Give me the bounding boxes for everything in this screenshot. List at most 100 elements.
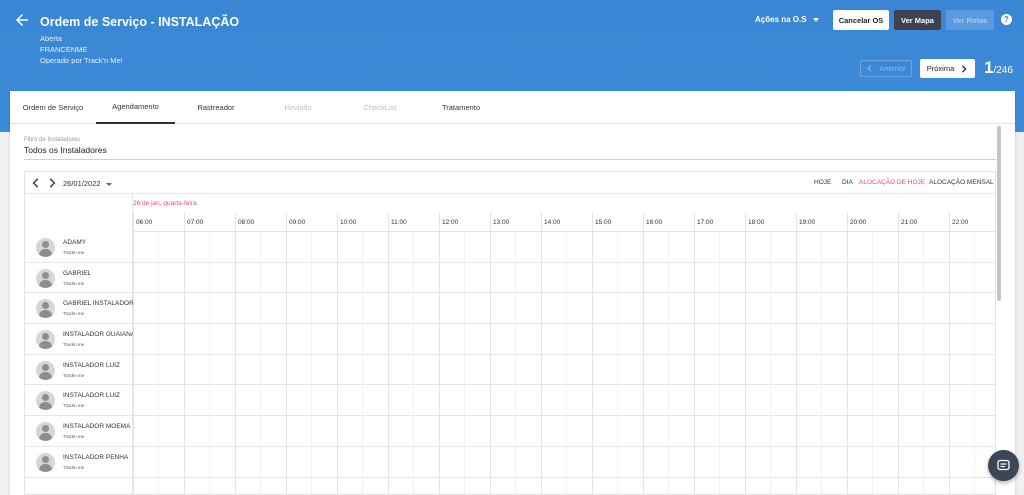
view-routes-button[interactable]: Ver Rotas xyxy=(946,10,994,30)
hour-header-cell: 09:00 xyxy=(286,213,337,232)
back-arrow-icon[interactable] xyxy=(13,11,31,29)
calendar-toolbar: 26/01/2022 HOJE DIA ALOCAÇÃO DE HOJE ALO… xyxy=(25,172,995,194)
hour-header-cell: 22:00 xyxy=(949,213,995,232)
hour-header-cell: 13:00 xyxy=(490,213,541,232)
pagination-counter: 1/246 xyxy=(984,58,1013,78)
installer-filter-select[interactable]: Todos os Instaladores xyxy=(24,145,996,160)
avatar-icon xyxy=(36,330,55,350)
filter-label: Filtro de Instaladores xyxy=(24,137,81,143)
avatar-icon xyxy=(36,422,55,442)
tab-revisao: Revisão xyxy=(257,91,339,124)
installer-name: GABRIEL xyxy=(63,269,92,277)
installer-name: INSTALADOR LUIZ xyxy=(63,392,120,400)
tab-ordem-de-servico[interactable]: Ordem de Serviço xyxy=(10,91,96,124)
view-monthly-allocation-button[interactable]: ALOCAÇÃO MENSAL xyxy=(929,179,994,186)
installer-row[interactable]: INSTALADOR MOEMA Trackn me xyxy=(25,416,995,447)
date-picker[interactable]: 26/01/2022 xyxy=(63,179,112,188)
scheduler-calendar: 26/01/2022 HOJE DIA ALOCAÇÃO DE HOJE ALO… xyxy=(24,171,996,495)
hour-header-cell: 17:00 xyxy=(694,213,745,232)
installer-company: Trackn me xyxy=(63,280,85,286)
installer-rows: ADAMY Trackn me GABRIEL Trackn me GABRIEL IN… xyxy=(25,232,995,478)
hour-header-cell: 08:00 xyxy=(235,213,286,232)
tab-label: CheckList xyxy=(363,103,397,112)
avatar-icon xyxy=(36,360,55,380)
installer-name: ADAMY xyxy=(63,239,87,246)
view-day-button[interactable]: DIA xyxy=(842,179,853,186)
previous-button[interactable]: Anterior xyxy=(860,60,912,77)
tab-rastreador[interactable]: Rastreador xyxy=(175,91,257,124)
installer-company: Trackn me xyxy=(63,464,85,470)
hour-header-cell: 10:00 xyxy=(337,213,388,232)
next-label: Próxima xyxy=(926,64,955,73)
hour-header-cell: 16:00 xyxy=(643,213,694,232)
page-title: Ordem de Serviço - INSTALAÇÃO xyxy=(40,15,240,29)
hour-header-cell: 18:00 xyxy=(745,213,796,232)
chat-button[interactable] xyxy=(988,450,1019,481)
installer-company: Trackn me xyxy=(63,372,85,378)
avatar-icon xyxy=(36,268,55,288)
installer-company: Trackn me xyxy=(63,434,85,440)
chevron-down-icon xyxy=(812,17,819,22)
installer-name: INSTALADOR MOEMA xyxy=(63,423,131,431)
hour-header-cell: 14:00 xyxy=(541,213,592,232)
operator-text: Operado por Track'n Me! xyxy=(40,56,123,65)
tab-checklist: CheckList xyxy=(339,91,421,124)
installer-row[interactable]: GABRIEL Trackn me xyxy=(25,263,995,294)
installer-company: Trackn me xyxy=(63,403,85,409)
view-today-button[interactable]: HOJE xyxy=(814,179,831,186)
actions-menu-label: Ações na O.S xyxy=(755,15,807,24)
installer-name: INSTALADOR LUIZ xyxy=(63,361,120,369)
installer-name: INSTALADOR PENHA xyxy=(63,453,129,461)
scrollbar-thumb[interactable] xyxy=(997,126,1001,301)
cancel-os-button[interactable]: Cancelar OS xyxy=(833,10,889,30)
tab-label: Rastreador xyxy=(197,103,235,112)
hours-header: 06:00 07:00 08:00 09:00 10:00 11:00 12:00 13:00… xyxy=(133,213,995,232)
installer-name: GABRIEL INSTALADOR xyxy=(63,300,133,308)
main-card: Ordem de Serviço Agendamento Rastreador … xyxy=(10,91,1015,495)
previous-label: Anterior xyxy=(879,64,906,73)
avatar-icon xyxy=(36,299,55,319)
actions-menu[interactable]: Ações na O.S xyxy=(755,15,819,24)
tab-agendamento[interactable]: Agendamento xyxy=(96,91,175,124)
hour-header-cell: 21:00 xyxy=(898,213,949,232)
status-text: Aberta xyxy=(40,34,63,43)
tab-label: Revisão xyxy=(284,103,312,112)
page-scrollbar[interactable] xyxy=(997,126,1001,371)
chevron-left-icon xyxy=(867,65,872,72)
hour-header-cell: 07:00 xyxy=(184,213,235,232)
hour-header-cell: 19:00 xyxy=(796,213,847,232)
chevron-right-icon xyxy=(962,64,967,73)
total-count: /246 xyxy=(993,65,1013,76)
tab-label: Agendamento xyxy=(112,102,159,111)
hour-header-cell: 15:00 xyxy=(592,213,643,232)
hour-header-cell: 06:00 xyxy=(133,213,184,232)
help-icon[interactable]: ? xyxy=(1001,14,1012,25)
avatar-icon xyxy=(36,391,55,411)
tab-bar: Ordem de Serviço Agendamento Rastreador … xyxy=(10,91,1015,124)
date-value: 26/01/2022 xyxy=(63,179,101,188)
hour-header-cell: 11:00 xyxy=(388,213,439,232)
avatar-icon xyxy=(36,452,55,472)
installer-row[interactable]: INSTALADOR PENHA Trackn me xyxy=(25,447,995,478)
installer-row[interactable]: GABRIEL INSTALADOR Trackn me xyxy=(25,293,995,325)
chevron-left-icon[interactable] xyxy=(30,177,42,189)
view-today-allocation-button[interactable]: ALOCAÇÃO DE HOJE xyxy=(859,179,925,186)
avatar-icon xyxy=(36,238,55,257)
hour-header-cell: 12:00 xyxy=(439,213,490,232)
day-label: 26 de jan, quarta-feira xyxy=(133,200,197,207)
chevron-down-icon xyxy=(105,182,112,186)
client-text: FRANCENME xyxy=(40,45,88,54)
tab-tratamento[interactable]: Tratamento xyxy=(421,91,501,124)
hour-header-cell: 20:00 xyxy=(847,213,898,232)
chat-icon xyxy=(997,459,1010,471)
next-button[interactable]: Próxima xyxy=(920,59,975,78)
view-map-button[interactable]: Ver Mapa xyxy=(894,10,941,30)
installer-company: Trackn me xyxy=(63,342,85,348)
chevron-right-icon[interactable] xyxy=(46,177,58,189)
installer-row[interactable]: INSTALADOR GUAIANA Trackn me xyxy=(25,324,995,355)
installer-company: Trackn me xyxy=(63,311,85,317)
installer-company: Trackn me xyxy=(63,250,85,255)
installer-row[interactable]: INSTALADOR LUIZ Trackn me xyxy=(25,385,995,417)
installer-row[interactable]: INSTALADOR LUIZ Trackn me xyxy=(25,355,995,386)
installer-row[interactable]: ADAMY Trackn me xyxy=(25,232,995,263)
